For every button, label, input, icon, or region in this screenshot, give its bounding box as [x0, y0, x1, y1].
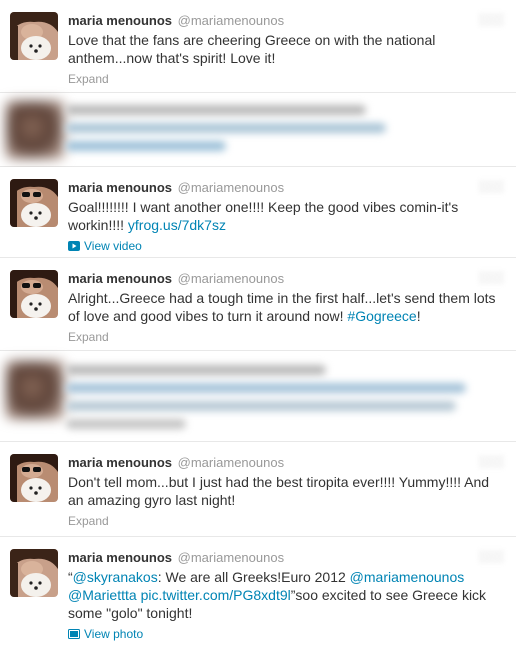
- blurred-text: [66, 141, 226, 151]
- avatar[interactable]: [10, 454, 58, 502]
- timestamp: ▒▒▒: [478, 179, 504, 193]
- blurred-avatar: [6, 361, 64, 419]
- tweet-link[interactable]: yfrog.us/7dk7sz: [128, 217, 226, 233]
- mention-link[interactable]: @Mariettta: [68, 587, 137, 603]
- expand-link[interactable]: Expand: [68, 71, 504, 87]
- fullname[interactable]: maria menounos: [68, 550, 172, 565]
- view-photo-link[interactable]: View photo: [68, 626, 504, 642]
- expand-link[interactable]: Expand: [68, 513, 504, 529]
- username[interactable]: @mariamenounos: [178, 271, 284, 286]
- tweet-header: maria menounos @mariamenounos: [68, 454, 504, 471]
- tweet-header: maria menounos @mariamenounos: [68, 12, 504, 29]
- expand-link[interactable]: Expand: [68, 329, 504, 345]
- tweet-timeline: maria menounos @mariamenounos Love that …: [0, 0, 516, 647]
- avatar[interactable]: [10, 270, 58, 318]
- fullname[interactable]: maria menounos: [68, 455, 172, 470]
- mention-link[interactable]: @skyranakos: [73, 569, 158, 585]
- tweet-header: maria menounos @mariamenounos: [68, 549, 504, 566]
- avatar[interactable]: [10, 549, 58, 597]
- blurred-text: [66, 105, 366, 115]
- tweet-item[interactable]: maria menounos @mariamenounos “@skyranak…: [0, 537, 516, 647]
- video-icon: [68, 241, 80, 251]
- tweet-text: “@skyranakos: We are all Greeks!Euro 201…: [68, 569, 487, 621]
- timestamp: ▒▒▒: [478, 549, 504, 563]
- username[interactable]: @mariamenounos: [178, 455, 284, 470]
- tweet-text: Alright...Greece had a tough time in the…: [68, 290, 496, 324]
- blurred-text: [66, 419, 186, 429]
- photo-icon: [68, 629, 80, 639]
- fullname[interactable]: maria menounos: [68, 271, 172, 286]
- timestamp: ▒▒▒: [478, 12, 504, 26]
- username[interactable]: @mariamenounos: [178, 180, 284, 195]
- blurred-tweet: [0, 93, 516, 167]
- blurred-text: [66, 383, 466, 393]
- tweet-item[interactable]: maria menounos @mariamenounos Goal!!!!!!…: [0, 167, 516, 258]
- avatar[interactable]: [10, 179, 58, 227]
- username[interactable]: @mariamenounos: [178, 550, 284, 565]
- blurred-avatar: [6, 101, 64, 159]
- tweet-item[interactable]: maria menounos @mariamenounos Alright...…: [0, 258, 516, 351]
- mention-link[interactable]: @mariamenounos: [350, 569, 465, 585]
- hashtag-link[interactable]: #Gogreece: [347, 308, 416, 324]
- tweet-text: Love that the fans are cheering Greece o…: [68, 32, 436, 66]
- blurred-tweet: [0, 351, 516, 442]
- fullname[interactable]: maria menounos: [68, 13, 172, 28]
- tweet-text: Goal!!!!!!!! I want another one!!!! Keep…: [68, 199, 459, 233]
- blurred-text: [66, 123, 386, 133]
- timestamp: ▒▒▒: [478, 454, 504, 468]
- timestamp: ▒▒▒: [478, 270, 504, 284]
- tweet-header: maria menounos @mariamenounos: [68, 179, 504, 196]
- avatar[interactable]: [10, 12, 58, 60]
- tweet-text: Don't tell mom...but I just had the best…: [68, 474, 490, 508]
- blurred-text: [66, 401, 456, 411]
- view-video-link[interactable]: View video: [68, 238, 504, 254]
- tweet-header: maria menounos @mariamenounos: [68, 270, 504, 287]
- blurred-text: [66, 365, 326, 375]
- tweet-item[interactable]: maria menounos @mariamenounos Love that …: [0, 0, 516, 93]
- tweet-item[interactable]: maria menounos @mariamenounos Don't tell…: [0, 442, 516, 537]
- fullname[interactable]: maria menounos: [68, 180, 172, 195]
- photo-link[interactable]: pic.twitter.com/PG8xdt9l: [141, 587, 291, 603]
- username[interactable]: @mariamenounos: [178, 13, 284, 28]
